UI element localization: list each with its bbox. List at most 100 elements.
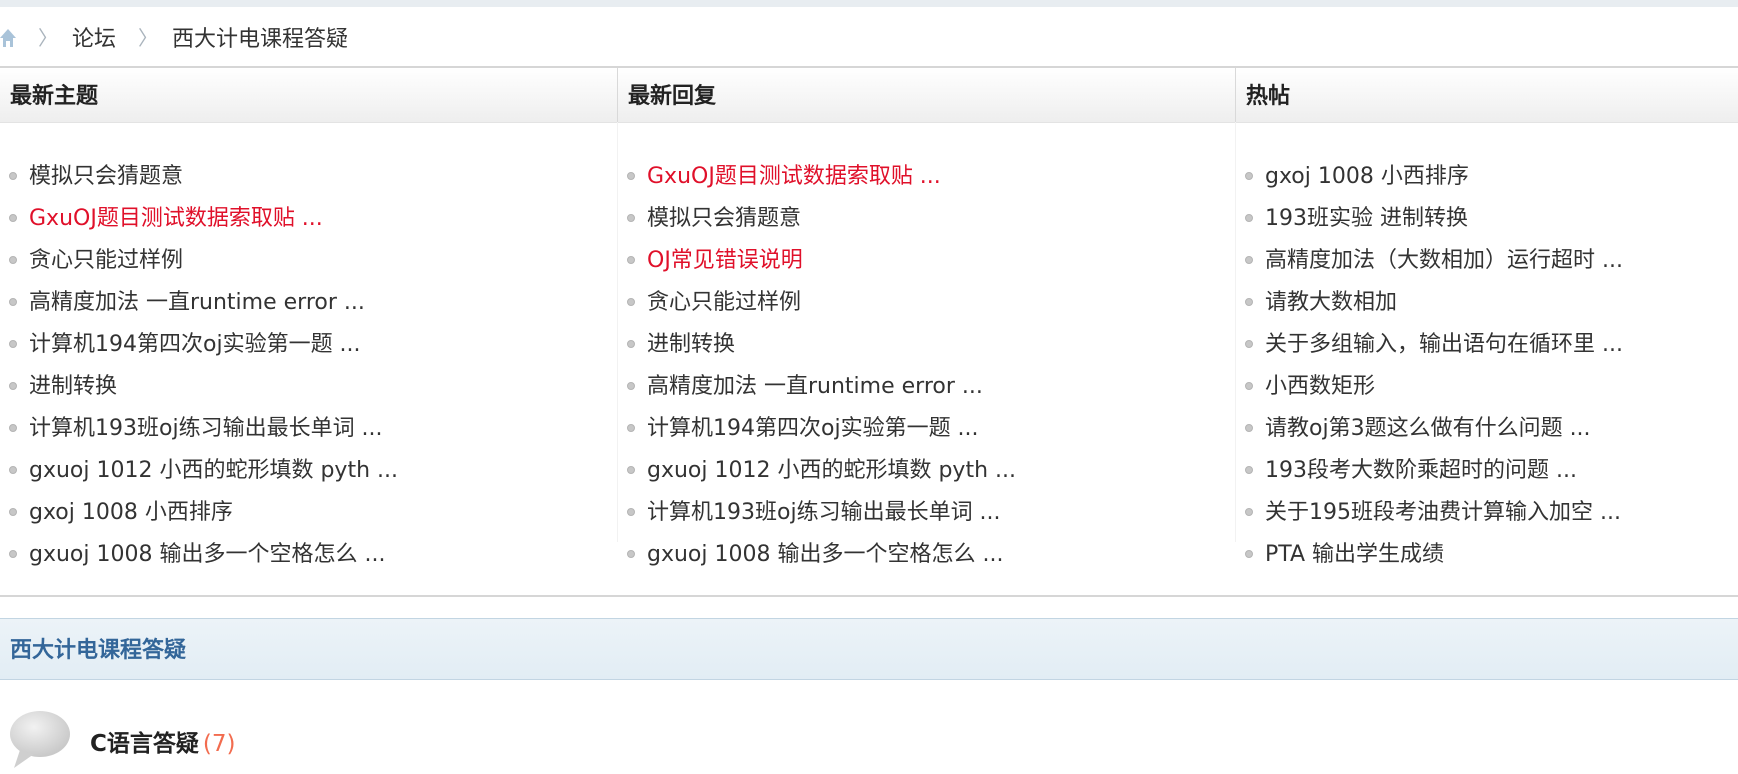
list-item: gxuoj 1012 小西的蛇形填数 pyth ...	[0, 450, 618, 492]
bullet-icon	[9, 466, 17, 474]
bullet-icon	[1245, 256, 1253, 264]
list-item: 计算机194第四次oj实验第一题 ...	[618, 408, 1236, 450]
list-item: 高精度加法 一直runtime error ...	[0, 282, 618, 324]
top-strip	[0, 0, 1738, 7]
bullet-icon	[9, 340, 17, 348]
topic-link[interactable]: PTA 输出学生成绩	[1265, 542, 1444, 567]
column-title: 最新回复	[618, 68, 1236, 123]
topic-link[interactable]: gxuoj 1012 小西的蛇形填数 pyth ...	[647, 458, 1016, 483]
topic-link[interactable]: 高精度加法 一直runtime error ...	[647, 374, 983, 399]
topic-link[interactable]: 193段考大数阶乘超时的问题 ...	[1265, 458, 1577, 483]
list-item: 进制转换	[0, 366, 618, 408]
list-item: gxuoj 1008 输出多一个空格怎么 ...	[0, 534, 618, 576]
forum-section-header: 西大计电课程答疑	[0, 618, 1738, 680]
list-item: 高精度加法 一直runtime error ...	[618, 366, 1236, 408]
list-item: gxuoj 1012 小西的蛇形填数 pyth ...	[618, 450, 1236, 492]
bullet-icon	[627, 172, 635, 180]
bullet-icon	[627, 550, 635, 558]
hot-posts-panel: 最新主题 模拟只会猜题意 GxuOJ题目测试数据索取贴 ... 贪心只能过样例 高精度…	[0, 68, 1738, 596]
bullet-icon	[627, 424, 635, 432]
divider	[0, 595, 1738, 597]
list-item: 贪心只能过样例	[0, 240, 618, 282]
topic-list: GxuOJ题目测试数据索取贴 ... 模拟只会猜题意 OJ常见错误说明 贪心只能过样例…	[618, 156, 1236, 576]
list-item: 贪心只能过样例	[618, 282, 1236, 324]
list-item: 进制转换	[618, 324, 1236, 366]
speech-bubble-icon[interactable]	[6, 708, 74, 770]
topic-link[interactable]: gxuoj 1012 小西的蛇形填数 pyth ...	[29, 458, 398, 483]
topic-link[interactable]: 贪心只能过样例	[647, 290, 801, 315]
list-item: 关于多组输入，输出语句在循环里 ...	[1236, 324, 1738, 366]
topic-link[interactable]: 关于多组输入，输出语句在循环里 ...	[1265, 332, 1623, 357]
bullet-icon	[9, 382, 17, 390]
bullet-icon	[627, 298, 635, 306]
topic-link[interactable]: 小西数矩形	[1265, 374, 1375, 399]
list-item: GxuOJ题目测试数据索取贴 ...	[0, 198, 618, 240]
hot-posts-column: 热帖 gxoj 1008 小西排序 193班实验 进制转换 高精度加法（大数相加）运…	[1236, 68, 1738, 596]
topic-link[interactable]: GxuOJ题目测试数据索取贴 ...	[29, 206, 323, 231]
list-item: PTA 输出学生成绩	[1236, 534, 1738, 576]
topic-link[interactable]: 进制转换	[29, 374, 117, 399]
breadcrumb-current[interactable]: 西大计电课程答疑	[172, 21, 348, 53]
topic-link[interactable]: 请教oj第3题这么做有什么问题 ...	[1265, 416, 1591, 441]
bullet-icon	[1245, 466, 1253, 474]
list-item: GxuOJ题目测试数据索取贴 ...	[618, 156, 1236, 198]
topic-link[interactable]: GxuOJ题目测试数据索取贴 ...	[647, 164, 941, 189]
list-item: 模拟只会猜题意	[618, 198, 1236, 240]
bullet-icon	[1245, 550, 1253, 558]
bullet-icon	[627, 508, 635, 516]
topic-link[interactable]: 高精度加法 一直runtime error ...	[29, 290, 365, 315]
bullet-icon	[1245, 382, 1253, 390]
bullet-icon	[627, 466, 635, 474]
bullet-icon	[627, 214, 635, 222]
topic-link[interactable]: 模拟只会猜题意	[647, 206, 801, 231]
topic-link[interactable]: gxuoj 1008 输出多一个空格怎么 ...	[647, 542, 1003, 567]
list-item: 193班实验 进制转换	[1236, 198, 1738, 240]
list-item: 关于195班段考油费计算输入加空 ...	[1236, 492, 1738, 534]
breadcrumb-separator-icon: 〉	[38, 26, 58, 50]
topic-link[interactable]: 计算机194第四次oj实验第一题 ...	[647, 416, 979, 441]
bullet-icon	[9, 214, 17, 222]
bullet-icon	[1245, 172, 1253, 180]
breadcrumb-separator-icon: 〉	[138, 26, 159, 50]
bullet-icon	[9, 256, 17, 264]
bullet-icon	[9, 508, 17, 516]
topic-link[interactable]: OJ常见错误说明	[647, 248, 803, 273]
topic-link[interactable]: gxoj 1008 小西排序	[1265, 164, 1469, 189]
topic-link[interactable]: 关于195班段考油费计算输入加空 ...	[1265, 500, 1621, 525]
subforum-name[interactable]: C语言答疑	[90, 731, 199, 757]
bullet-icon	[1245, 214, 1253, 222]
topic-link[interactable]: 计算机193班oj练习输出最长单词 ...	[647, 500, 1001, 525]
topic-list: gxoj 1008 小西排序 193班实验 进制转换高精度加法（大数相加）运行超时…	[1236, 156, 1738, 576]
forum-section-title[interactable]: 西大计电课程答疑	[10, 619, 186, 681]
topic-link[interactable]: 模拟只会猜题意	[29, 164, 183, 189]
topic-link[interactable]: gxoj 1008 小西排序	[29, 500, 233, 525]
bullet-icon	[9, 424, 17, 432]
topic-link[interactable]: 计算机193班oj练习输出最长单词 ...	[29, 416, 383, 441]
list-item: 小西数矩形	[1236, 366, 1738, 408]
topic-link[interactable]: 请教大数相加	[1265, 290, 1397, 315]
topic-link[interactable]: 贪心只能过样例	[29, 248, 183, 273]
subforum-title[interactable]: C语言答疑 (7)	[90, 724, 235, 758]
breadcrumb: 〉 论坛 〉 西大计电课程答疑	[0, 7, 1738, 66]
list-item: 193段考大数阶乘超时的问题 ...	[1236, 450, 1738, 492]
bullet-icon	[9, 550, 17, 558]
list-item: 高精度加法（大数相加）运行超时 ...	[1236, 240, 1738, 282]
topic-link[interactable]: 高精度加法（大数相加）运行超时 ...	[1265, 248, 1623, 273]
list-item: 模拟只会猜题意	[0, 156, 618, 198]
list-item: 计算机194第四次oj实验第一题 ...	[0, 324, 618, 366]
latest-replies-column: 最新回复 GxuOJ题目测试数据索取贴 ... 模拟只会猜题意 OJ常见错误说明 贪心…	[618, 68, 1236, 596]
breadcrumb-forum[interactable]: 论坛	[72, 21, 116, 53]
bullet-icon	[627, 382, 635, 390]
topic-link[interactable]: gxuoj 1008 输出多一个空格怎么 ...	[29, 542, 385, 567]
topic-link[interactable]: 进制转换	[647, 332, 735, 357]
subforum-count: (7)	[202, 731, 236, 757]
list-item: 计算机193班oj练习输出最长单词 ...	[0, 408, 618, 450]
bullet-icon	[627, 340, 635, 348]
bullet-icon	[9, 172, 17, 180]
topic-link[interactable]: 计算机194第四次oj实验第一题 ...	[29, 332, 361, 357]
list-item: gxuoj 1008 输出多一个空格怎么 ...	[618, 534, 1236, 576]
home-icon[interactable]	[0, 27, 16, 49]
topic-link[interactable]: 193班实验 进制转换	[1265, 206, 1468, 231]
list-item: 计算机193班oj练习输出最长单词 ...	[618, 492, 1236, 534]
list-item: 请教大数相加	[1236, 282, 1738, 324]
